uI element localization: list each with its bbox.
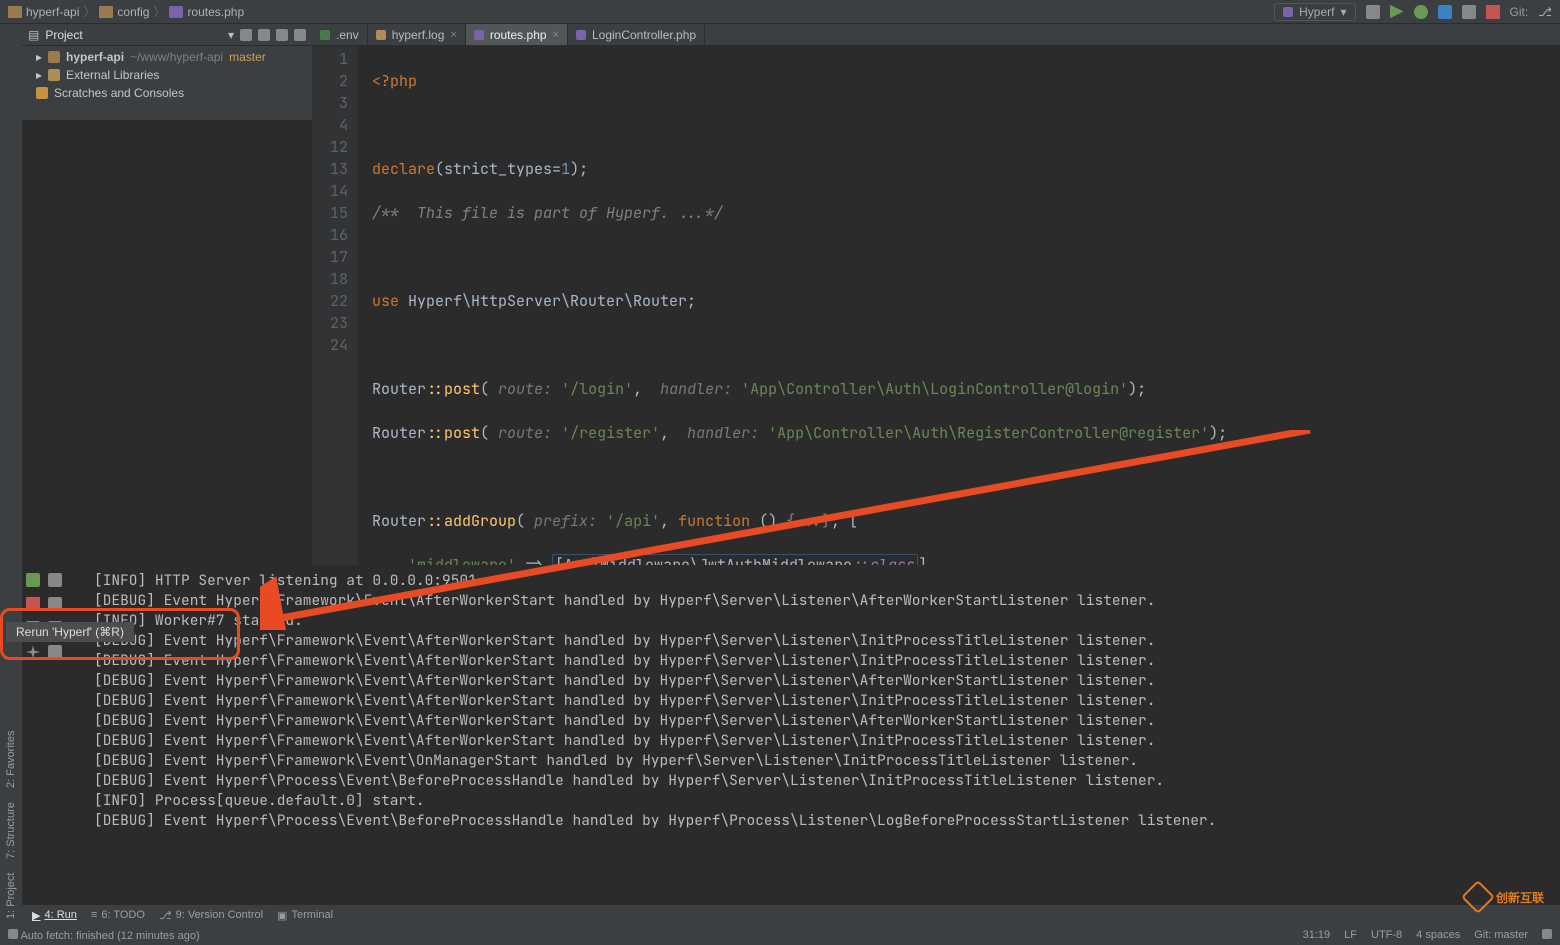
padlock-icon[interactable] — [1542, 929, 1552, 939]
toolwin-project[interactable]: 1: Project — [5, 873, 17, 919]
scroll-icon[interactable] — [48, 573, 62, 587]
rerun-icon[interactable] — [26, 573, 40, 587]
env-file-icon — [320, 30, 330, 40]
bottom-tool-tabs: ▶ 4: Run ≡ 6: TODO ⎇ 9: Version Control … — [22, 905, 1560, 925]
library-icon — [48, 69, 60, 81]
git-branch-icon[interactable]: ⎇ — [1538, 5, 1552, 19]
gutter[interactable]: 123412131415161718222324 — [312, 46, 358, 565]
scratch-icon — [36, 87, 48, 99]
watermark-logo-icon — [1461, 880, 1495, 914]
console-toolbar — [22, 565, 66, 905]
code-area[interactable]: 123412131415161718222324 <?php declare(s… — [312, 46, 1560, 565]
gear-icon[interactable] — [276, 29, 288, 41]
folder-icon — [48, 51, 60, 63]
project-title: Project — [45, 28, 222, 42]
php-file-icon — [169, 6, 183, 18]
pin-icon[interactable] — [26, 645, 40, 659]
run-toolbar: Hyperf ▾ Git: ⎇ — [1274, 3, 1552, 21]
hide-icon[interactable] — [294, 29, 306, 41]
chevron-right-icon[interactable]: ▸ — [36, 68, 42, 82]
breadcrumb-seg[interactable]: routes.php — [187, 5, 244, 19]
tab-env[interactable]: .env — [312, 24, 368, 45]
status-message: Auto fetch: finished (12 minutes ago) — [8, 929, 200, 942]
status-encoding[interactable]: UTF-8 — [1371, 929, 1402, 941]
folder-icon — [8, 6, 22, 18]
tab-todo[interactable]: ≡ 6: TODO — [91, 909, 145, 921]
tab-logincontroller[interactable]: LoginController.php — [568, 24, 705, 45]
stop-icon[interactable] — [26, 597, 40, 611]
log-file-icon — [376, 30, 386, 40]
lock-icon — [8, 929, 18, 939]
console-output[interactable]: [INFO] HTTP Server listening at 0.0.0.0:… — [66, 571, 1560, 905]
chevron-down-icon: ▾ — [1340, 5, 1346, 19]
softwrap-icon[interactable] — [48, 597, 62, 611]
tab-run[interactable]: ▶ 4: Run — [32, 909, 77, 922]
tab-routes[interactable]: routes.php × — [466, 24, 568, 45]
git-label: Git: — [1510, 5, 1529, 19]
clear-icon[interactable] — [48, 645, 62, 659]
breadcrumb[interactable]: hyperf-api 〉 config 〉 routes.php — [8, 3, 244, 20]
attach-icon[interactable] — [1462, 5, 1476, 19]
php-file-icon — [474, 30, 484, 40]
expand-all-icon[interactable] — [258, 29, 270, 41]
chevron-down-icon[interactable]: ▾ — [228, 28, 234, 42]
breadcrumb-seg[interactable]: hyperf-api — [26, 5, 79, 19]
close-icon[interactable]: × — [553, 29, 559, 41]
toolwin-structure[interactable]: 7: Structure — [5, 802, 17, 859]
chevron-right-icon[interactable]: ▸ — [36, 50, 42, 64]
left-tool-rail: 1: Project 7: Structure 2: Favorites — [0, 24, 22, 925]
build-icon[interactable] — [1366, 5, 1380, 19]
status-caret[interactable]: 31:19 — [1303, 929, 1331, 941]
folder-icon — [99, 6, 113, 18]
php-icon — [1283, 7, 1293, 17]
run-console: [INFO] HTTP Server listening at 0.0.0.0:… — [22, 565, 1560, 905]
coverage-icon[interactable] — [1438, 5, 1452, 19]
tree-external-libs[interactable]: ▸ External Libraries — [30, 66, 312, 84]
close-icon[interactable]: × — [450, 29, 456, 41]
run-icon[interactable] — [1390, 5, 1404, 19]
status-bar: Auto fetch: finished (12 minutes ago) 31… — [0, 925, 1560, 945]
stop-icon[interactable] — [1486, 5, 1500, 19]
tree-root[interactable]: ▸ hyperf-api ~/www/hyperf-api master — [30, 48, 312, 66]
status-line-ending[interactable]: LF — [1344, 929, 1357, 941]
debug-icon[interactable] — [1414, 5, 1428, 19]
tab-terminal[interactable]: ▣ Terminal — [277, 909, 333, 922]
top-bar: hyperf-api 〉 config 〉 routes.php Hyperf … — [0, 0, 1560, 24]
editor: .env hyperf.log × routes.php × LoginCont… — [312, 24, 1560, 565]
breadcrumb-seg[interactable]: config — [117, 5, 149, 19]
project-panel: ▤ Project ▾ ▸ hyperf-api ~/www/hyperf-ap… — [22, 24, 312, 120]
tab-vcs[interactable]: ⎇ 9: Version Control — [159, 909, 263, 922]
run-config-selector[interactable]: Hyperf ▾ — [1274, 3, 1355, 21]
php-file-icon — [576, 30, 586, 40]
editor-tabs: .env hyperf.log × routes.php × LoginCont… — [312, 24, 1560, 46]
toolwin-favorites[interactable]: 2: Favorites — [5, 730, 17, 787]
tooltip-rerun: Rerun 'Hyperf' (⌘R) — [6, 622, 134, 642]
tree-scratches[interactable]: Scratches and Consoles — [30, 84, 312, 102]
project-panel-header: ▤ Project ▾ — [22, 24, 312, 46]
status-indent[interactable]: 4 spaces — [1416, 929, 1460, 941]
project-tree[interactable]: ▸ hyperf-api ~/www/hyperf-api master ▸ E… — [22, 46, 312, 102]
tab-hyperf-log[interactable]: hyperf.log × — [368, 24, 466, 45]
watermark: 创新互联 — [1466, 885, 1544, 909]
project-icon: ▤ — [28, 28, 39, 42]
select-opened-icon[interactable] — [240, 29, 252, 41]
status-git[interactable]: Git: master — [1474, 929, 1528, 941]
source[interactable]: <?php declare(strict_types=1); /** This … — [358, 46, 1560, 565]
